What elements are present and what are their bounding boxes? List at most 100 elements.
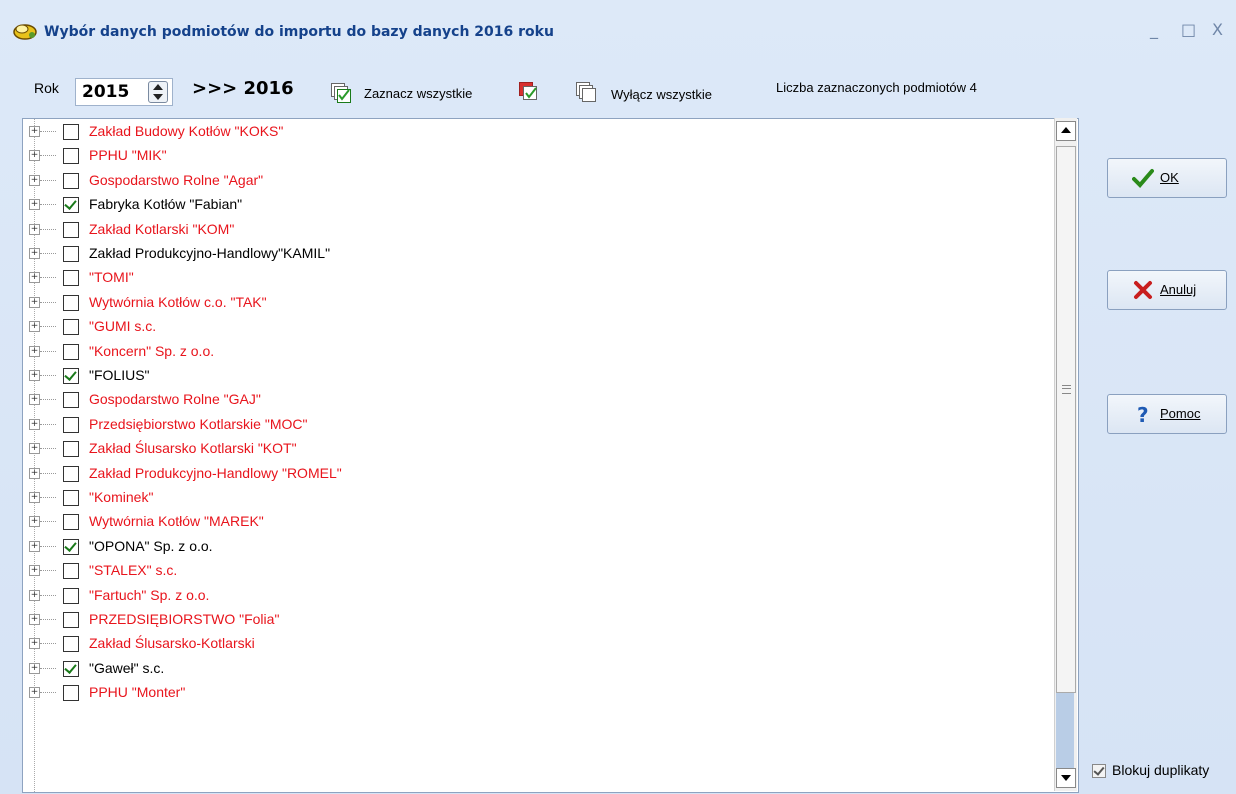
expand-plus-icon[interactable]: +: [29, 199, 40, 211]
item-checkbox[interactable]: [63, 685, 79, 702]
item-checkbox[interactable]: [63, 441, 79, 458]
expand-plus-icon[interactable]: +: [29, 516, 40, 528]
list-item[interactable]: + Zakład Ślusarsko-Kotlarski: [23, 632, 1053, 656]
expand-plus-icon[interactable]: +: [29, 443, 40, 455]
list-item[interactable]: + Zakład Ślusarsko Kotlarski "KOT": [23, 437, 1053, 461]
vertical-scrollbar[interactable]: [1054, 118, 1077, 791]
item-checkbox[interactable]: [63, 221, 79, 238]
expand-plus-icon[interactable]: +: [29, 174, 40, 186]
minimize-button[interactable]: _: [1150, 20, 1158, 39]
expand-plus-icon[interactable]: +: [29, 248, 40, 259]
year-spin-buttons[interactable]: [148, 81, 168, 103]
item-checkbox[interactable]: [63, 319, 79, 336]
list-item[interactable]: + Fabryka Kotłów "Fabian": [23, 193, 1053, 217]
deselect-all-icon[interactable]: [576, 82, 596, 102]
item-checkbox[interactable]: [63, 465, 79, 482]
item-checkbox[interactable]: [63, 392, 79, 409]
item-checkbox[interactable]: [63, 636, 79, 653]
list-item[interactable]: + PPHU "MIK": [23, 144, 1053, 168]
list-item[interactable]: + PPHU "Monter": [23, 681, 1053, 705]
list-item[interactable]: + Zakład Produkcyjno-Handlowy"KAMIL": [23, 242, 1053, 266]
list-item[interactable]: + PRZEDSIĘBIORSTWO "Folia": [23, 608, 1053, 632]
list-item[interactable]: + "GUMI s.c.: [23, 315, 1053, 339]
tree-connector: [40, 350, 56, 352]
item-checkbox[interactable]: [63, 246, 79, 262]
scroll-track[interactable]: [1056, 693, 1074, 768]
expand-plus-icon[interactable]: +: [29, 223, 40, 235]
scroll-down-button[interactable]: [1056, 768, 1076, 788]
subjects-tree-list[interactable]: + Zakład Budowy Kotłów "KOKS" + PPHU "MIK" +…: [22, 118, 1079, 793]
list-item[interactable]: + Gospodarstwo Rolne "GAJ": [23, 388, 1053, 412]
item-checkbox[interactable]: [63, 660, 79, 677]
expand-plus-icon[interactable]: +: [29, 370, 40, 381]
expand-plus-icon[interactable]: +: [29, 126, 40, 137]
spin-down-icon[interactable]: [153, 94, 163, 100]
list-item[interactable]: + "FOLIUS": [23, 364, 1053, 388]
item-checkbox[interactable]: [63, 294, 79, 311]
expand-plus-icon[interactable]: +: [29, 345, 40, 357]
list-item[interactable]: + "Kominek": [23, 486, 1053, 510]
list-item[interactable]: + Zakład Budowy Kotłów "KOKS": [23, 120, 1053, 144]
year-value[interactable]: 2015: [82, 82, 129, 102]
cancel-button[interactable]: Anuluj: [1107, 270, 1227, 310]
item-checkbox[interactable]: [63, 343, 79, 360]
item-checkbox[interactable]: [63, 148, 79, 165]
item-checkbox[interactable]: [63, 563, 79, 580]
expand-plus-icon[interactable]: +: [29, 565, 40, 577]
ok-button[interactable]: OK: [1107, 158, 1227, 198]
list-item[interactable]: + Wytwórnia Kotłów "MAREK": [23, 510, 1053, 534]
list-item[interactable]: + Przedsiębiorstwo Kotlarskie "MOC": [23, 413, 1053, 437]
list-item[interactable]: + "TOMI": [23, 266, 1053, 290]
list-item[interactable]: + Wytwórnia Kotłów c.o. "TAK": [23, 291, 1053, 315]
list-item-label: "Kominek": [89, 489, 154, 505]
expand-plus-icon[interactable]: +: [29, 589, 40, 601]
scroll-up-button[interactable]: [1056, 121, 1076, 141]
item-checkbox[interactable]: [63, 270, 79, 287]
expand-plus-icon[interactable]: +: [29, 272, 40, 284]
maximize-button[interactable]: □: [1181, 20, 1196, 39]
year-spinner[interactable]: 2015: [75, 78, 173, 106]
expand-plus-icon[interactable]: +: [29, 540, 40, 552]
item-checkbox[interactable]: [63, 368, 79, 384]
expand-plus-icon[interactable]: +: [29, 492, 40, 503]
select-all-icon[interactable]: [331, 83, 351, 103]
deselect-all-button[interactable]: Wyłącz wszystkie: [611, 87, 712, 102]
list-item[interactable]: + "Koncern" Sp. z o.o.: [23, 340, 1053, 364]
list-item[interactable]: + Zakład Produkcyjno-Handlowy "ROMEL": [23, 462, 1053, 486]
expand-plus-icon[interactable]: +: [29, 418, 40, 430]
expand-plus-icon[interactable]: +: [29, 614, 40, 625]
item-checkbox[interactable]: [63, 612, 79, 628]
item-checkbox[interactable]: [63, 172, 79, 189]
expand-plus-icon[interactable]: +: [29, 394, 40, 406]
item-checkbox[interactable]: [63, 514, 79, 531]
item-checkbox[interactable]: [63, 490, 79, 506]
spin-up-icon[interactable]: [153, 84, 163, 90]
item-checkbox[interactable]: [63, 416, 79, 433]
expand-plus-icon[interactable]: +: [29, 321, 40, 333]
expand-plus-icon[interactable]: +: [29, 662, 40, 674]
scroll-thumb[interactable]: [1056, 146, 1076, 693]
target-year-label: >>> 2016: [192, 78, 294, 99]
list-item[interactable]: + "Gaweł" s.c.: [23, 657, 1053, 681]
list-item[interactable]: + "Fartuch" Sp. z o.o.: [23, 584, 1053, 608]
expand-plus-icon[interactable]: +: [29, 150, 40, 162]
close-button[interactable]: X: [1212, 20, 1223, 39]
item-checkbox[interactable]: [63, 124, 79, 140]
list-item[interactable]: + Gospodarstwo Rolne "Agar": [23, 169, 1053, 193]
expand-plus-icon[interactable]: +: [29, 467, 40, 479]
help-button[interactable]: ? Pomoc: [1107, 394, 1227, 434]
expand-plus-icon[interactable]: +: [29, 638, 40, 650]
select-mixed-icon[interactable]: [519, 82, 539, 102]
tree-connector: [40, 253, 56, 254]
list-item[interactable]: + "OPONA" Sp. z o.o.: [23, 535, 1053, 559]
list-item[interactable]: + "STALEX" s.c.: [23, 559, 1053, 583]
expand-plus-icon[interactable]: +: [29, 296, 40, 308]
item-checkbox[interactable]: [63, 197, 79, 214]
list-item[interactable]: + Zakład Kotlarski "KOM": [23, 218, 1053, 242]
block-duplicates-checkbox[interactable]: [1092, 764, 1106, 778]
select-all-button[interactable]: Zaznacz wszystkie: [364, 86, 472, 101]
item-checkbox[interactable]: [63, 538, 79, 555]
checkmark-icon: [64, 368, 77, 381]
expand-plus-icon[interactable]: +: [29, 687, 40, 699]
item-checkbox[interactable]: [63, 587, 79, 604]
